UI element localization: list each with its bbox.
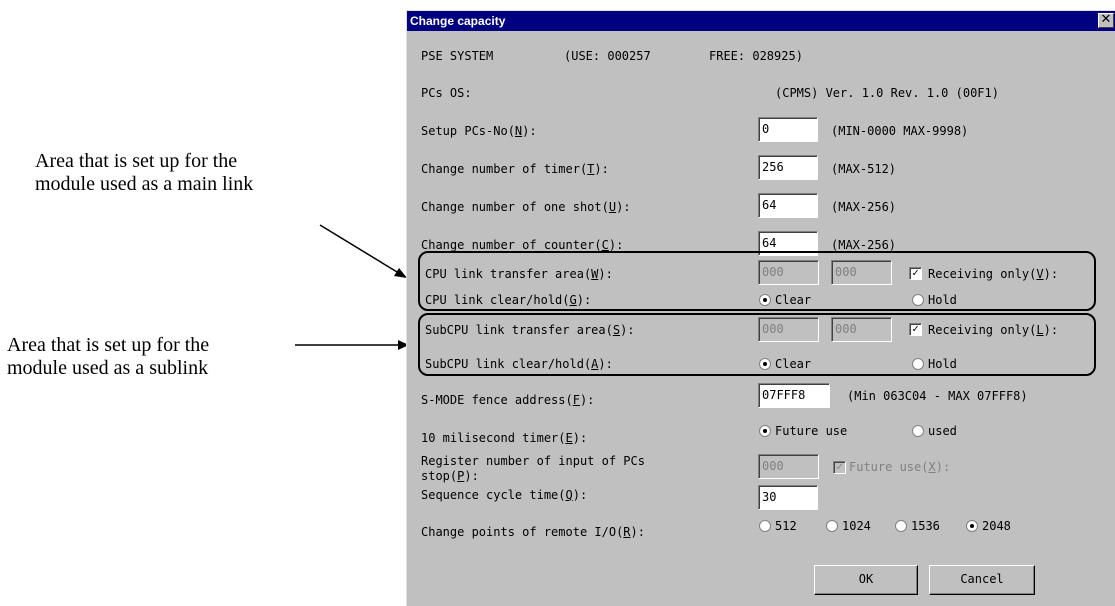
os-version: (CPMS) Ver. 1.0 Rev. 1.0 (00F1) xyxy=(775,86,999,100)
subcpu-clear-radio[interactable] xyxy=(759,358,771,370)
ok-button[interactable]: OK xyxy=(814,565,918,595)
setup-no-label: Setup PCs-No(N): xyxy=(421,124,537,138)
remote-io-1536-label: 1536 xyxy=(911,519,940,533)
system-use: (USE: 000257 xyxy=(564,49,651,63)
subcpu-link-clear-label: SubCPU link clear/hold(A): xyxy=(425,357,613,371)
remote-io-label: Change points of remote I/O(R): xyxy=(421,525,645,539)
annotation-line: Area that is set up for the xyxy=(7,334,210,356)
subcpu-receiving-only-checkbox[interactable]: ✓ xyxy=(909,323,922,336)
dialog-title: Change capacity xyxy=(410,14,506,28)
remote-io-2048-radio[interactable] xyxy=(966,520,978,532)
remote-io-512-label: 512 xyxy=(775,519,797,533)
cpu-hold-radio-label: Hold xyxy=(928,293,957,307)
cycle-time-field[interactable]: 30 xyxy=(758,485,818,510)
cpu-link-to-field[interactable]: 000 xyxy=(831,260,892,285)
subcpu-hold-radio[interactable] xyxy=(912,358,924,370)
dialog-titlebar: Change capacity ✕ xyxy=(407,11,1115,31)
timer-field[interactable]: 256 xyxy=(758,155,818,180)
one-shot-field[interactable]: 64 xyxy=(758,193,818,218)
annotation-main-link: Area that is set up for the module used … xyxy=(35,150,253,196)
timer-label: Change number of timer(T): xyxy=(421,162,609,176)
counter-label: Change number of counter(C): xyxy=(421,238,624,252)
fence-address-field[interactable]: 07FFF8 xyxy=(758,383,830,408)
cpu-clear-radio-label: Clear xyxy=(775,293,812,307)
ms-timer-future-radio[interactable] xyxy=(759,425,771,437)
arrow-main-link xyxy=(319,224,403,276)
counter-hint: (MAX-256) xyxy=(831,238,897,252)
register-label-line1: Register number of input of PCs xyxy=(421,454,645,468)
cpu-receiving-only-label: Receiving only(V): xyxy=(928,267,1059,281)
ms-timer-used-label: used xyxy=(928,424,957,438)
cpu-receiving-only-checkbox[interactable]: ✓ xyxy=(909,267,922,280)
cancel-button[interactable]: Cancel xyxy=(929,565,1035,595)
cpu-link-clear-label: CPU link clear/hold(G): xyxy=(425,293,592,307)
setup-no-hint: (MIN-0000 MAX-9998) xyxy=(831,124,969,138)
remote-io-1024-radio[interactable] xyxy=(826,520,838,532)
ms-timer-future-label: Future use xyxy=(775,424,848,438)
annotation-line: module used as a main link xyxy=(35,173,254,195)
os-label: PCs OS: xyxy=(421,86,472,100)
fence-label: S-MODE fence address(F): xyxy=(421,393,595,407)
subcpu-link-to-field[interactable]: 000 xyxy=(831,317,892,342)
remote-io-1536-radio[interactable] xyxy=(895,520,907,532)
subcpu-receiving-only-label: Receiving only(L): xyxy=(928,323,1059,337)
cpu-clear-radio[interactable] xyxy=(759,294,771,306)
register-future-use-checkbox[interactable]: ✓ xyxy=(833,461,846,474)
cycle-label: Sequence cycle time(Q): xyxy=(421,488,588,502)
timer-hint: (MAX-512) xyxy=(831,162,897,176)
fence-hint: (Min 063C04 - MAX 07FFF8) xyxy=(847,389,1028,403)
annotation-line: module used as a sublink xyxy=(7,357,209,379)
register-future-use-label: Future use(X): xyxy=(849,460,951,474)
register-label-line2: stop(P): xyxy=(421,469,479,483)
system-free: FREE: 028925) xyxy=(709,49,803,63)
remote-io-1024-label: 1024 xyxy=(842,519,871,533)
register-field[interactable]: 000 xyxy=(758,454,819,479)
close-icon[interactable]: ✕ xyxy=(1098,13,1114,28)
change-capacity-dialog: Change capacity ✕ PSE SYSTEM (USE: 00025… xyxy=(406,10,1115,606)
annotation-line: Area that is set up for the xyxy=(35,150,238,172)
cpu-link-area-label: CPU link transfer area(W): xyxy=(425,267,613,281)
one-shot-hint: (MAX-256) xyxy=(831,200,897,214)
subcpu-link-from-field[interactable]: 000 xyxy=(758,317,819,342)
system-label: PSE SYSTEM xyxy=(421,49,494,63)
cpu-link-from-field[interactable]: 000 xyxy=(758,260,819,285)
annotation-sublink: Area that is set up for the module used … xyxy=(7,334,209,380)
subcpu-hold-radio-label: Hold xyxy=(928,357,957,371)
ms-timer-used-radio[interactable] xyxy=(912,425,924,437)
cpu-hold-radio[interactable] xyxy=(912,294,924,306)
one-shot-label: Change number of one shot(U): xyxy=(421,200,631,214)
setup-no-field[interactable]: 0 xyxy=(758,117,818,142)
ms-timer-label: 10 milisecond timer(E): xyxy=(421,431,588,445)
remote-io-512-radio[interactable] xyxy=(759,520,771,532)
remote-io-2048-label: 2048 xyxy=(982,519,1011,533)
subcpu-link-area-label: SubCPU link transfer area(S): xyxy=(425,323,635,337)
subcpu-clear-radio-label: Clear xyxy=(775,357,812,371)
